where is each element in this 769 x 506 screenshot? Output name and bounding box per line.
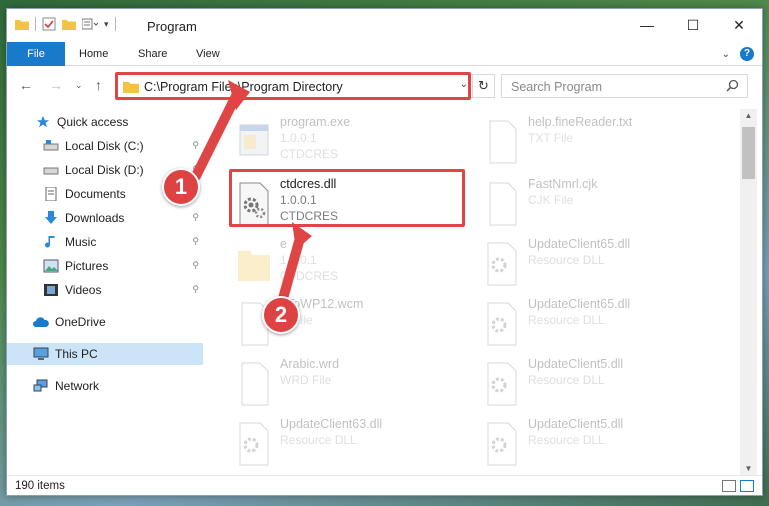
file-list: program.exe 1.0.0.1 CTDCRES help.fineRea… — [212, 109, 734, 467]
search-icon[interactable] — [726, 79, 739, 92]
pin-icon[interactable]: ⚲ — [192, 260, 199, 271]
back-arrow-icon[interactable]: ← — [19, 77, 33, 93]
sidebar-item-local-disk-c[interactable]: Local Disk (C:) ⚲ — [7, 135, 203, 157]
generic-file-icon — [489, 182, 517, 226]
window-title: Program — [147, 19, 197, 34]
qat-dropdown-icon[interactable]: ▾ — [104, 19, 109, 30]
pictures-icon — [43, 259, 59, 273]
vertical-scrollbar[interactable]: ▲ ▼ — [740, 109, 757, 475]
dll-gear-icon — [487, 302, 517, 346]
sidebar-item-network[interactable]: Network — [7, 375, 203, 397]
address-highlight-box — [115, 72, 471, 100]
generic-file-icon — [241, 362, 269, 406]
pin-icon[interactable]: ⚲ — [192, 212, 199, 223]
cloud-icon — [33, 317, 49, 327]
network-icon — [33, 379, 48, 392]
sidebar-item-pictures[interactable]: Pictures ⚲ — [7, 255, 203, 277]
callout-badge-1: 1 — [162, 168, 200, 206]
new-folder-icon[interactable] — [62, 18, 76, 30]
file-item-program-exe[interactable]: program.exe 1.0.0.1 CTDCRES — [234, 113, 474, 171]
search-input[interactable]: Search Program — [501, 74, 748, 98]
help-icon[interactable]: ? — [740, 47, 754, 61]
pin-icon[interactable]: ⚲ — [192, 236, 199, 247]
ribbon-right-controls: ⌄ ? — [722, 47, 754, 61]
up-arrow-icon[interactable]: ↑ — [95, 77, 102, 93]
navigation-bar: ← → ⌄ ↑ C:\Program Files\Program Directo… — [7, 71, 762, 101]
item-count: 190 items — [15, 480, 65, 492]
forward-arrow-icon[interactable]: → — [49, 77, 63, 93]
download-icon — [45, 211, 57, 224]
folder-icon — [238, 251, 270, 281]
sidebar-item-this-pc[interactable]: This PC — [7, 343, 203, 365]
file-item-arabic-wrd[interactable]: Arabic.wrd WRD File — [234, 355, 474, 413]
sidebar-item-music[interactable]: Music ⚲ — [7, 231, 203, 253]
pin-icon[interactable]: ⚲ — [192, 140, 199, 151]
dll-gear-icon — [487, 362, 517, 406]
window-controls: — ☐ ✕ — [624, 9, 762, 41]
title-bar: ▾ Program — ☐ ✕ — [7, 9, 762, 41]
file-item-updateclient63-dll[interactable]: UpdateClient63.dll Resource DLL — [234, 415, 474, 467]
drive-icon — [43, 167, 59, 175]
pin-icon[interactable]: ⚲ — [192, 284, 199, 295]
exe-icon — [239, 124, 269, 156]
minimize-button[interactable]: — — [624, 9, 670, 41]
file-item-e[interactable]: e 1.0.0.1 CTDCRES — [234, 235, 474, 293]
file-item-updateclient65-dll[interactable]: UpdateClient65.dll Resource DLL — [482, 235, 722, 293]
scroll-up-icon[interactable]: ▲ — [740, 111, 757, 120]
dll-gear-icon — [239, 422, 269, 466]
sidebar-item-downloads[interactable]: Downloads ⚲ — [7, 207, 203, 229]
large-icons-view-icon[interactable] — [740, 480, 754, 492]
recent-dropdown-icon[interactable]: ⌄ — [75, 80, 83, 91]
text-file-icon — [489, 120, 517, 164]
file-item-updateclient5-dll-2[interactable]: UpdateClient5.dll Resource DLL — [482, 415, 722, 467]
refresh-icon[interactable]: ↻ — [472, 75, 494, 97]
expand-ribbon-icon[interactable]: ⌄ — [722, 49, 730, 60]
quick-access-toolbar: ▾ — [15, 17, 116, 31]
tab-home[interactable]: Home — [79, 42, 108, 66]
sidebar-item-onedrive[interactable]: OneDrive — [7, 311, 203, 333]
maximize-button[interactable]: ☐ — [670, 9, 716, 41]
scroll-thumb[interactable] — [742, 127, 755, 179]
star-icon — [36, 115, 50, 128]
drive-icon — [43, 140, 59, 151]
view-toggles — [722, 480, 754, 492]
file-item-help-txt[interactable]: help.fineReader.txt TXT File — [482, 113, 722, 171]
sidebar-item-quick-access[interactable]: Quick access — [7, 111, 203, 133]
callout-badge-2: 2 — [262, 296, 300, 334]
file-item-updateclient5-dll[interactable]: UpdateClient5.dll Resource DLL — [482, 355, 722, 413]
properties-icon[interactable] — [42, 17, 56, 31]
file-item-fastnmrl-cjk[interactable]: FastNmrl.cjk CJK File — [482, 175, 722, 233]
close-button[interactable]: ✕ — [716, 9, 762, 41]
documents-icon — [45, 187, 57, 201]
video-icon — [44, 284, 58, 296]
dll-gear-icon — [487, 242, 517, 286]
status-bar: 190 items — [7, 475, 762, 497]
music-icon — [45, 236, 55, 248]
folder-icon — [15, 20, 29, 30]
file-highlight-box — [229, 169, 465, 227]
file-explorer-window: ▾ Program — ☐ ✕ File Home Share View ⌄ ?… — [6, 8, 763, 496]
sidebar-item-videos[interactable]: Videos ⚲ — [7, 279, 203, 301]
tab-file[interactable]: File — [7, 42, 65, 66]
details-view-icon[interactable] — [722, 480, 736, 492]
computer-icon — [33, 347, 49, 360]
navigation-pane: Quick access Local Disk (C:) ⚲ Local Dis… — [7, 109, 203, 467]
tab-view[interactable]: View — [196, 42, 220, 66]
scroll-down-icon[interactable]: ▼ — [740, 464, 757, 473]
tab-share[interactable]: Share — [138, 42, 167, 66]
customize-icon[interactable] — [82, 18, 98, 30]
dll-gear-icon — [487, 422, 517, 466]
search-placeholder: Search Program — [511, 80, 603, 94]
file-item-updateclient65-dll-2[interactable]: UpdateClient65.dll Resource DLL — [482, 295, 722, 353]
ribbon-tabs: File Home Share View ⌄ ? — [7, 42, 762, 66]
